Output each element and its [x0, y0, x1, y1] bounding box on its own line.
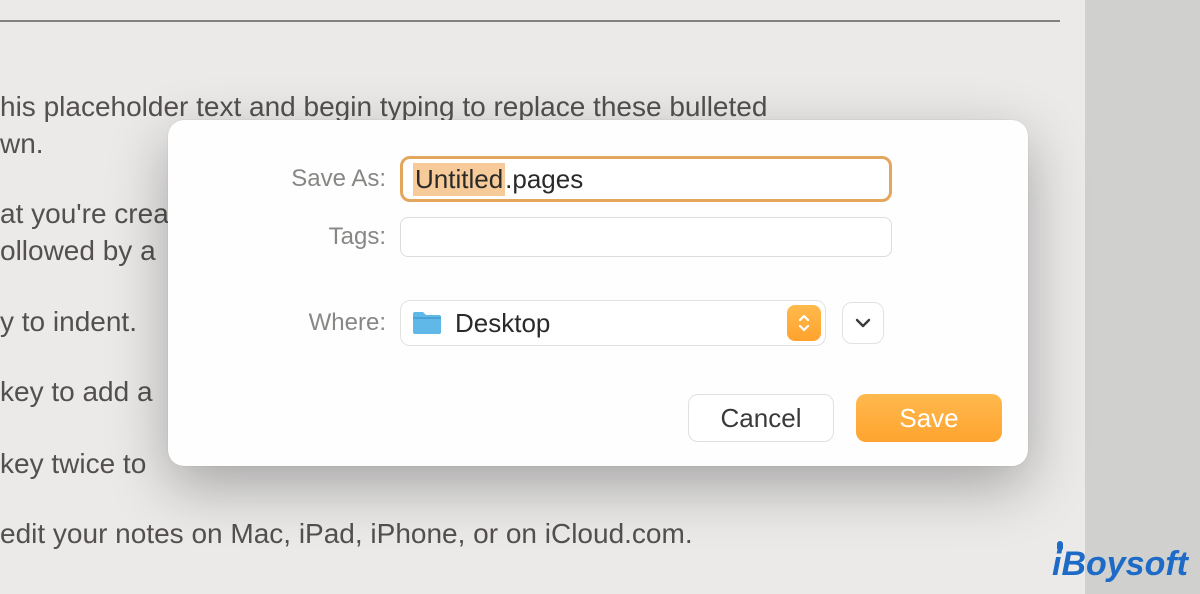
where-selected-value: Desktop [455, 308, 550, 339]
bg-text-line: wn. [0, 125, 44, 163]
tags-label: Tags: [168, 223, 400, 251]
save-button[interactable]: Save [856, 394, 1002, 442]
folder-icon [411, 310, 443, 336]
saveas-label: Save As: [168, 165, 400, 193]
save-dialog: Save As: Untitled.pages Tags: Where: Des… [168, 120, 1028, 466]
watermark-logo: iBoysoft [1052, 545, 1188, 584]
tags-row: Tags: [168, 217, 1028, 257]
where-label: Where: [168, 309, 400, 337]
tags-input[interactable] [400, 217, 892, 257]
filename-extension: .pages [505, 164, 583, 195]
dropdown-arrows-icon [787, 305, 821, 341]
bg-text-line: edit your notes on Mac, iPad, iPhone, or… [0, 515, 693, 553]
where-dropdown[interactable]: Desktop [400, 300, 826, 346]
dialog-button-row: Cancel Save [688, 394, 1002, 442]
saveas-row: Save As: Untitled.pages [168, 156, 1028, 202]
filename-selected-text: Untitled [413, 163, 505, 196]
bg-text-line: ollowed by a [0, 232, 156, 270]
bg-text-line: at you're crea [0, 195, 169, 233]
bg-text-line: key twice to [0, 445, 146, 483]
bg-text-line: y to indent. [0, 303, 137, 341]
expand-location-button[interactable] [842, 302, 884, 344]
saveas-input[interactable]: Untitled.pages [400, 156, 892, 202]
chevron-down-icon [854, 317, 872, 329]
bg-text-line: key to add a [0, 373, 153, 411]
where-row: Where: Desktop [168, 300, 1028, 346]
watermark-dot-icon [1057, 541, 1063, 551]
divider-line [0, 20, 1060, 22]
cancel-button[interactable]: Cancel [688, 394, 834, 442]
